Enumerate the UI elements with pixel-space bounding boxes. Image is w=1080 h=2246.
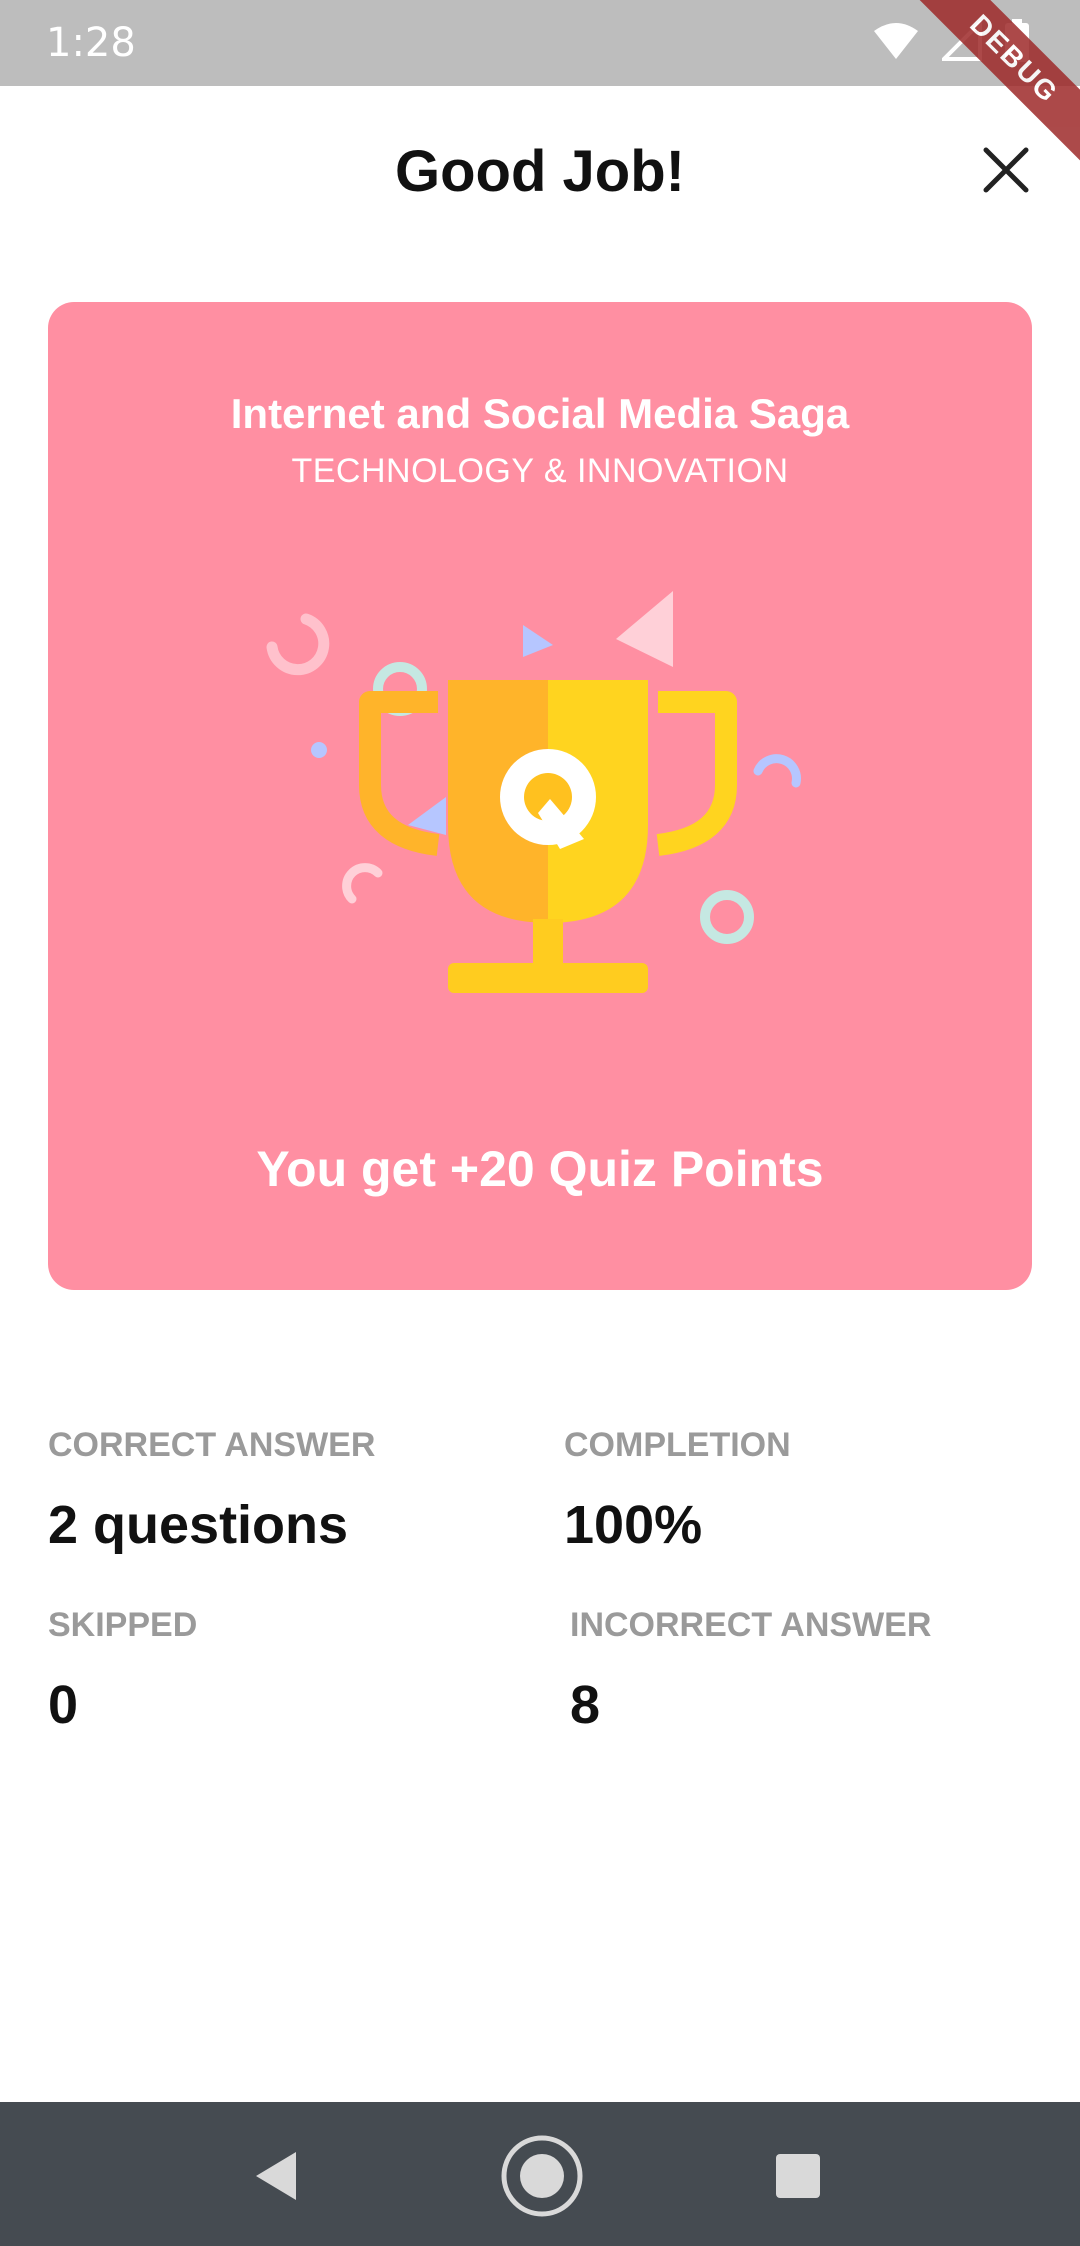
confetti-ring	[700, 890, 754, 944]
header: Good Job!	[0, 86, 1080, 256]
incorrect-answer-value: 8	[570, 1675, 601, 1735]
skipped-value: 0	[48, 1675, 79, 1735]
completion-value: 100%	[564, 1495, 703, 1555]
incorrect-answer-label: INCORRECT ANSWER	[570, 1606, 932, 1644]
quiz-category: TECHNOLOGY & INNOVATION	[291, 452, 789, 490]
page-title: Good Job!	[395, 139, 685, 204]
quiz-title: Internet and Social Media Saga	[230, 390, 850, 437]
confetti-arc	[342, 863, 383, 904]
trophy-base	[448, 963, 648, 993]
status-time: 1:28	[46, 20, 136, 66]
back-icon	[256, 2152, 296, 2200]
completion-label: COMPLETION	[564, 1426, 791, 1464]
nav-bar	[0, 2102, 1080, 2246]
trophy-handle	[656, 691, 737, 856]
confetti-arc	[753, 754, 801, 788]
back-button[interactable]	[238, 2138, 314, 2214]
confetti-triangle	[523, 625, 553, 657]
home-button[interactable]	[498, 2132, 586, 2220]
recents-icon	[776, 2154, 820, 2198]
recents-button[interactable]	[760, 2138, 836, 2214]
correct-answer-label: CORRECT ANSWER	[48, 1426, 376, 1464]
result-card: Internet and Social Media Saga TECHNOLOG…	[48, 302, 1032, 1290]
confetti-dot	[311, 742, 327, 758]
wifi-icon	[872, 21, 920, 66]
skipped-label: SKIPPED	[48, 1606, 198, 1644]
points-text: You get +20 Quiz Points	[256, 1141, 824, 1197]
correct-answer-value: 2 questions	[48, 1495, 349, 1555]
confetti-triangle	[616, 591, 673, 667]
trophy-icon	[266, 591, 801, 993]
status-bar: 1:28 DEBUG	[0, 0, 1080, 169]
home-icon	[501, 2135, 583, 2217]
trophy-stem	[533, 919, 563, 967]
close-icon	[983, 147, 1029, 193]
confetti-arc	[266, 613, 330, 676]
close-button[interactable]	[976, 140, 1036, 200]
